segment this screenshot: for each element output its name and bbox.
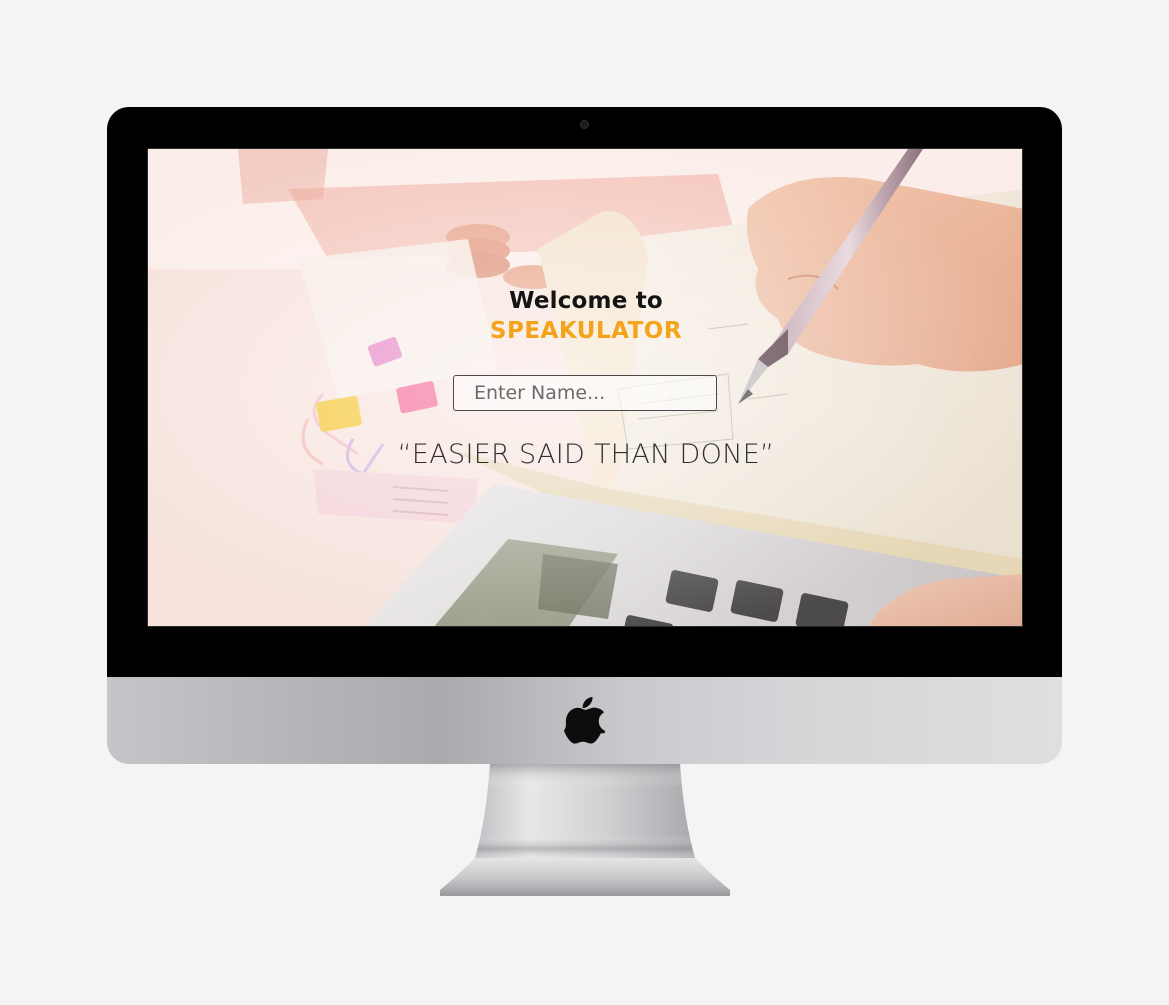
welcome-text: Welcome to — [509, 288, 663, 314]
camera-icon — [580, 120, 589, 129]
welcome-heading: Welcome to SPEAKULATOR — [148, 286, 1022, 346]
apple-logo-icon — [564, 696, 606, 744]
page: Welcome to SPEAKULATOR “EASIER SAID THAN… — [0, 0, 1169, 1005]
name-input[interactable] — [453, 375, 717, 411]
tagline-quote: “EASIER SAID THAN DONE” — [397, 439, 775, 470]
screen: Welcome to SPEAKULATOR “EASIER SAID THAN… — [147, 148, 1023, 627]
brand-name: SPEAKULATOR — [489, 318, 683, 344]
